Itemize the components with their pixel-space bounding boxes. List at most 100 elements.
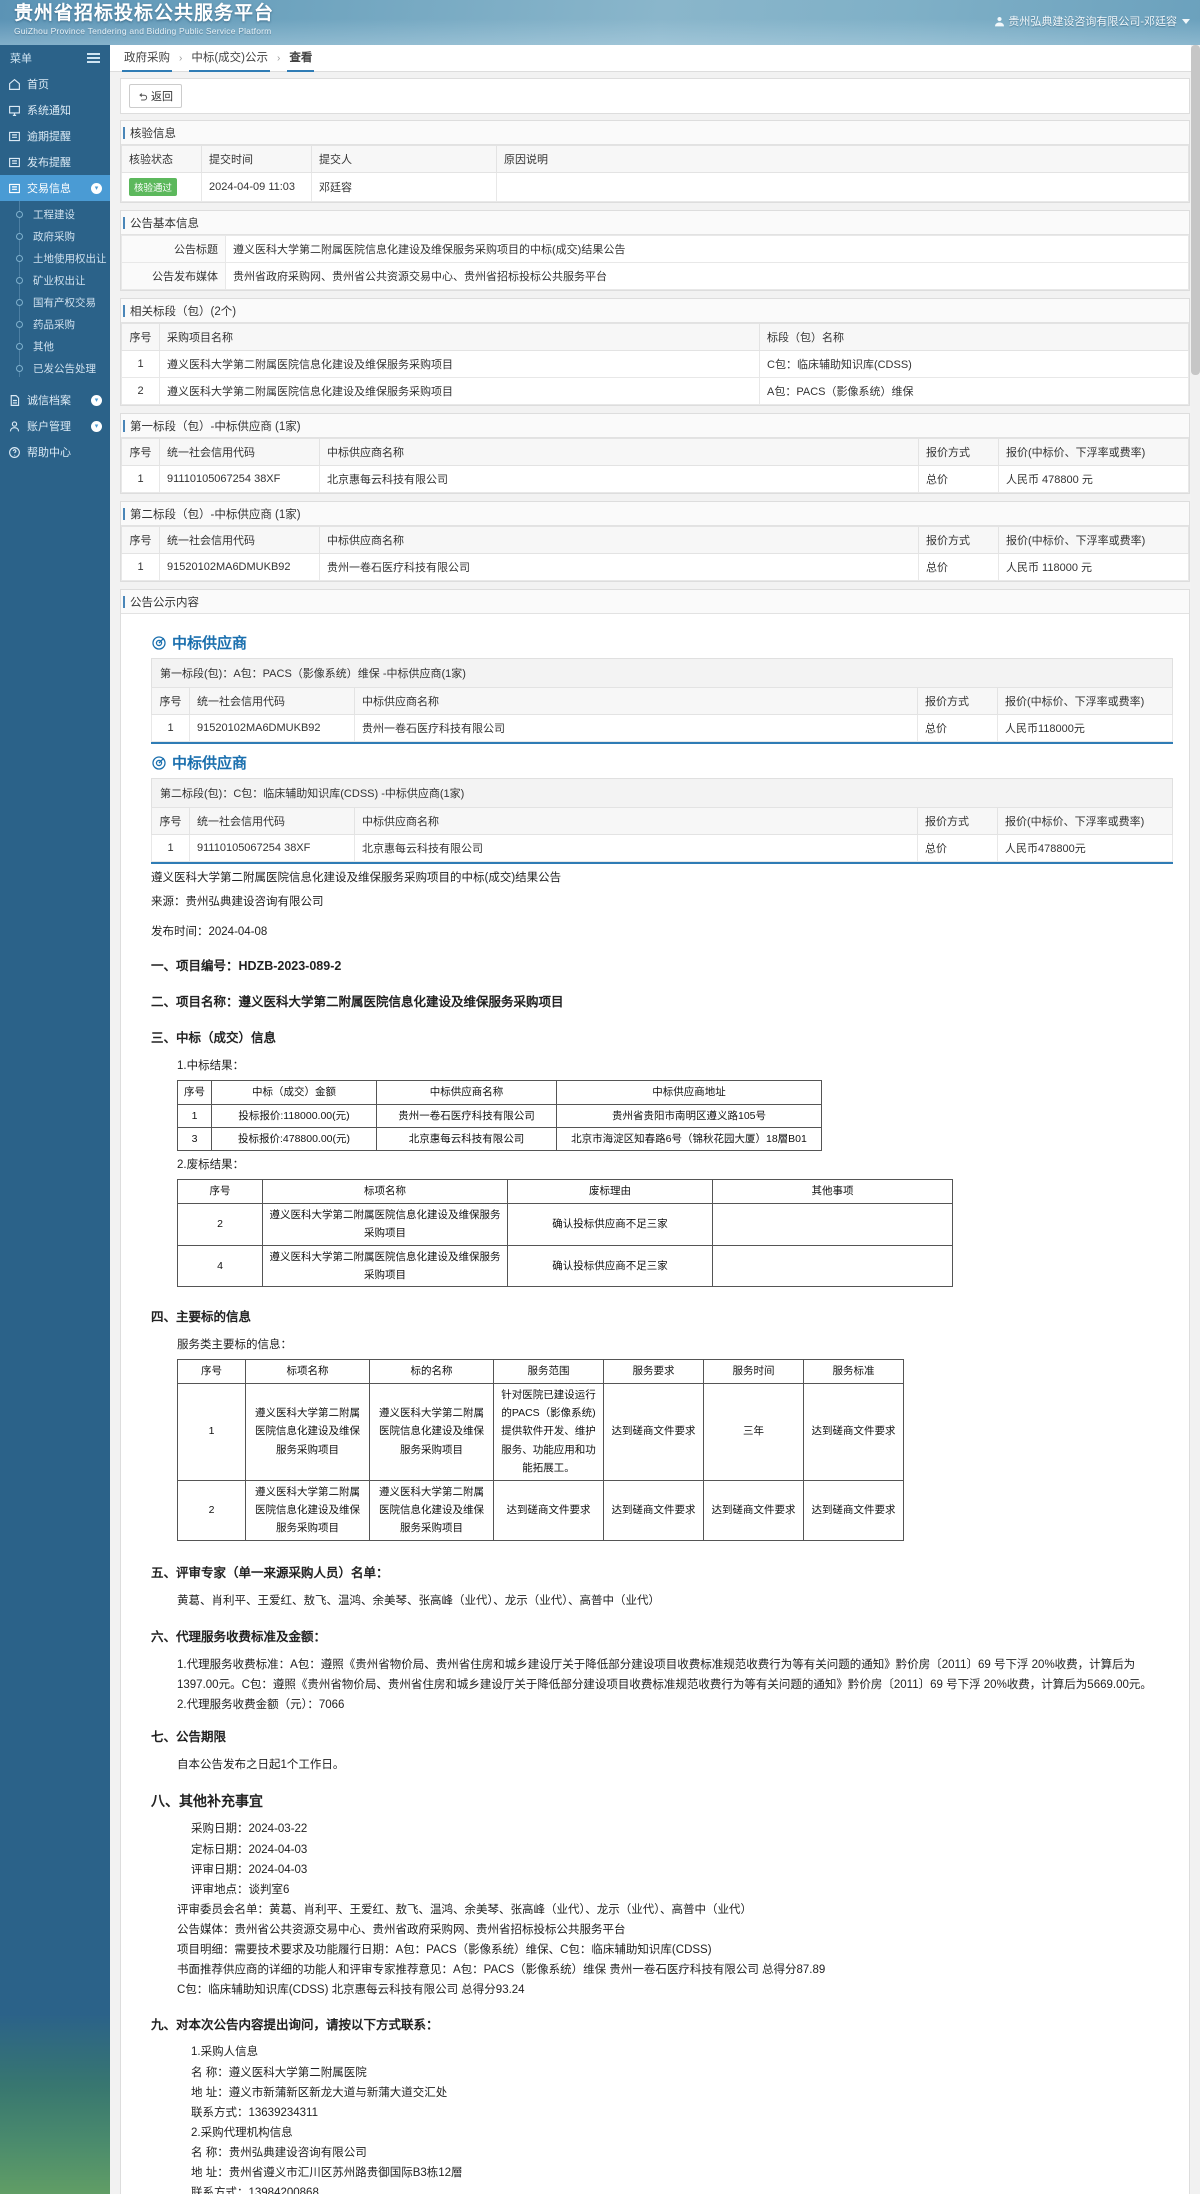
col-scope: 服务范围 <box>493 1359 604 1384</box>
breadcrumb-item-2[interactable]: 查看 <box>287 45 315 72</box>
page-body: 返回 核验信息 核验状态 提交时间 提交人 原因说明 核验通过 2024-04-… <box>110 72 1200 2194</box>
basic-info-table: 公告标题 遵义医科大学第二附属医院信息化建设及维保服务采购项目的中标(成交)结果… <box>121 235 1189 290</box>
cell-price: 人民币118000元 <box>997 714 1173 742</box>
award-heading-label: 中标供应商 <box>172 755 248 772</box>
cell-price: 人民币 118000 元 <box>998 553 1189 581</box>
table-row: 公告标题 遵义医科大学第二附属医院信息化建设及维保服务采购项目的中标(成交)结果… <box>121 235 1189 263</box>
sidebar-subitem-engineering[interactable]: 工程建设 <box>0 203 110 225</box>
breadcrumb-item-1[interactable]: 中标(成交)公示 <box>189 45 271 72</box>
cell-reason <box>496 172 1189 202</box>
sidebar-item-help-center[interactable]: 帮助中心 <box>0 439 110 465</box>
sidebar-subitem-label: 土地使用权出让 <box>33 252 107 265</box>
col-supplier: 中标供应商名称 <box>376 1080 557 1105</box>
app-title: 贵州省招标投标公共服务平台 <box>14 3 275 24</box>
sidebar-subitem-drug-procurement[interactable]: 药品采购 <box>0 313 110 335</box>
col-package: 标段（包）名称 <box>759 323 1189 351</box>
package1-title: 第一标段（包）-中标供应商 (1家) <box>121 414 1189 438</box>
cell-supplier: 北京惠每云科技有限公司 <box>319 465 919 493</box>
cell-status: 核验通过 <box>121 172 202 202</box>
sidebar-subitem-label: 国有产权交易 <box>33 296 96 309</box>
sidebar-item-transaction-info[interactable]: 交易信息 ▾ <box>0 175 110 201</box>
cell-price: 人民币 478800 元 <box>998 465 1189 493</box>
home-icon <box>8 78 21 91</box>
sidebar-item-overdue-reminder[interactable]: 逾期提醒 <box>0 123 110 149</box>
section-6-heading: 六、代理服务收费标准及金额： <box>151 1629 327 1644</box>
table-row: 3 投标报价:478800.00(元) 北京惠每云科技有限公司 北京市海淀区知春… <box>177 1126 822 1152</box>
cell-supplier: 贵州一卷石医疗科技有限公司 <box>319 553 919 581</box>
app-subtitle: GuiZhou Province Tendering and Bidding P… <box>14 26 272 36</box>
sidebar-item-publish-reminder[interactable]: 发布提醒 <box>0 149 110 175</box>
package-a-bar: 第一标段(包)：A包：PACS（影像系统）维保 -中标供应商(1家) <box>151 658 1173 687</box>
cell-target-name: 遵义医科大学第二附属医院信息化建设及维保服务采购项目 <box>369 1382 494 1481</box>
chevron-down-icon: ▾ <box>91 182 102 194</box>
table-row: 1 91110105067254 38XF 北京惠每云科技有限公司 总价 人民币… <box>151 834 1173 862</box>
sidebar-subitem-published-notices[interactable]: 已发公告处理 <box>0 357 110 379</box>
section-3-sub1: 1.中标结果： <box>177 1060 245 1072</box>
sidebar-subitem-gov-procurement[interactable]: 政府采购 <box>0 225 110 247</box>
section-5-heading: 五、评审专家（单一来源采购人员）名单： <box>151 1565 389 1580</box>
page-scrollbar[interactable] <box>1191 45 1200 2194</box>
table-row: 1 投标报价:118000.00(元) 贵州一卷石医疗科技有限公司 贵州省贵阳市… <box>177 1103 822 1128</box>
package2-title: 第二标段（包）-中标供应商 (1家) <box>121 502 1189 526</box>
col-supplier: 中标供应商名称 <box>319 526 919 554</box>
hamburger-icon[interactable] <box>87 53 100 63</box>
cell-target-name: 遵义医科大学第二附属医院信息化建设及维保服务采购项目 <box>369 1479 494 1541</box>
verify-panel: 核验信息 核验状态 提交时间 提交人 原因说明 核验通过 2024-04-09 … <box>120 120 1190 203</box>
cell-quote-mode: 总价 <box>917 834 998 862</box>
table-row: 1 91520102MA6DMUKB92 贵州一卷石医疗科技有限公司 总价 人民… <box>121 553 1189 581</box>
col-no: 序号 <box>151 807 190 835</box>
cell-package: A包：PACS（影像系统）维保 <box>759 377 1189 405</box>
table-row: 1 遵义医科大学第二附属医院信息化建设及维保服务采购项目 遵义医科大学第二附属医… <box>177 1382 904 1481</box>
section-4-sub: 服务类主要标的信息： <box>177 1339 292 1352</box>
cell-no: 1 <box>177 1382 246 1481</box>
cell-item-name: 遵义医科大学第二附属医院信息化建设及维保服务采购项目 <box>245 1382 370 1481</box>
sidebar-subitem-mining-right[interactable]: 矿业权出让 <box>0 269 110 291</box>
package1-table: 序号 统一社会信用代码 中标供应商名称 报价方式 报价(中标价、下浮率或费率) … <box>121 438 1189 493</box>
col-reason: 废标理由 <box>507 1179 713 1204</box>
sidebar-header: 菜单 <box>0 45 110 71</box>
announcement-title: 公告公示内容 <box>121 590 1189 614</box>
back-button[interactable]: 返回 <box>129 84 182 108</box>
cell-supplier: 贵州一卷石医疗科技有限公司 <box>376 1103 557 1128</box>
cell-other <box>712 1244 953 1288</box>
package2-panel: 第二标段（包）-中标供应商 (1家) 序号 统一社会信用代码 中标供应商名称 报… <box>120 501 1190 582</box>
sidebar-item-label: 交易信息 <box>27 183 71 195</box>
col-no: 序号 <box>177 1080 212 1105</box>
table-header-row: 序号 中标（成交）金额 中标供应商名称 中标供应商地址 <box>177 1080 822 1105</box>
table-header-row: 序号 标项名称 废标理由 其他事项 <box>177 1179 953 1204</box>
winning-result-table: 序号 中标（成交）金额 中标供应商名称 中标供应商地址 1 投标报价:11800… <box>177 1080 822 1152</box>
user-menu[interactable]: 贵州弘典建设咨询有限公司-邓廷容 <box>994 13 1190 29</box>
cell-quote-mode: 总价 <box>917 714 998 742</box>
section-9-line-4: 2.采购代理机构信息 <box>191 2126 293 2139</box>
cell-scope: 达到磋商文件要求 <box>493 1479 604 1541</box>
back-button-label: 返回 <box>151 91 173 103</box>
col-price: 报价(中标价、下浮率或费率) <box>997 807 1173 835</box>
sidebar-item-system-notice[interactable]: 系统通知 <box>0 97 110 123</box>
award-heading-c: 中标供应商 <box>151 752 1173 773</box>
sidebar-item-label: 帮助中心 <box>27 447 71 459</box>
scrollbar-thumb[interactable] <box>1191 45 1200 375</box>
breadcrumb-item-0[interactable]: 政府采购 <box>122 45 172 72</box>
doc-publish-time: 发布时间：2024-04-08 <box>151 926 268 939</box>
col-item-name: 标项名称 <box>245 1359 370 1384</box>
table-row: 2 遵义医科大学第二附属医院信息化建设及维保服务采购项目 A包：PACS（影像系… <box>121 377 1189 405</box>
col-no: 序号 <box>121 526 160 554</box>
sidebar-item-account-management[interactable]: 账户管理 ▾ <box>0 413 110 439</box>
sidebar-background-image <box>0 2014 110 2194</box>
brand: 贵州省招标投标公共服务平台 GuiZhou Province Tendering… <box>14 3 274 37</box>
list-icon <box>8 156 21 169</box>
section-4-heading: 四、主要标的信息 <box>151 1310 252 1325</box>
divider <box>151 862 1173 864</box>
sidebar: 菜单 首页 系统通知 逾期提醒 发布提醒 交易信息 ▾ 工程建设 政府采购 土地… <box>0 45 110 2194</box>
question-icon <box>8 446 21 459</box>
sidebar-item-home[interactable]: 首页 <box>0 71 110 97</box>
section-8-line-6: 项目明细：需要技术要求及功能履行日期：A包：PACS（影像系统）维保、C包：临床… <box>177 1944 712 1957</box>
section-8-line-7: 书面推荐供应商的详细的功能人和评审专家推荐意见：A包：PACS（影像系统）维保 … <box>177 1964 826 1977</box>
list-icon <box>8 182 21 195</box>
table-row: 2 遵义医科大学第二附属医院信息化建设及维保服务采购项目 确认投标供应商不足三家 <box>177 1202 953 1246</box>
sidebar-item-credit-archive[interactable]: 诚信档案 ▾ <box>0 387 110 413</box>
section-8-line-4: 评审委员会名单：黄葛、肖利平、王爱红、敖飞、温鸿、余美琴、张高峰（业代）、龙示（… <box>177 1903 752 1916</box>
sidebar-subitem-land-use-right[interactable]: 土地使用权出让 <box>0 247 110 269</box>
sidebar-subitem-state-property[interactable]: 国有产权交易 <box>0 291 110 313</box>
sidebar-subitem-other[interactable]: 其他 <box>0 335 110 357</box>
